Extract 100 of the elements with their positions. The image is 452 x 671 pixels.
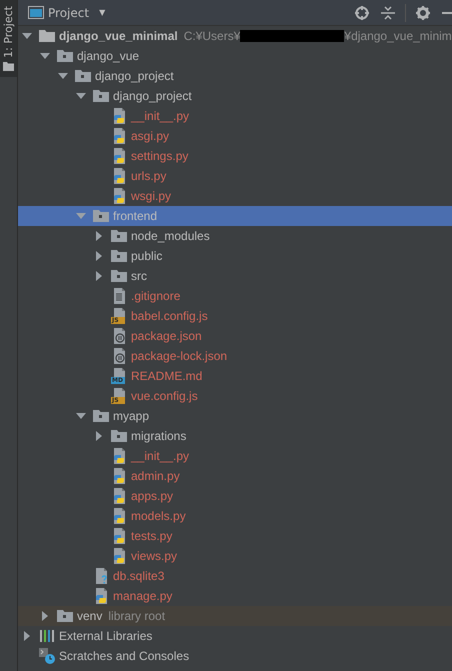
folder-icon bbox=[111, 268, 127, 284]
folder-icon bbox=[111, 428, 127, 444]
python-file-icon bbox=[111, 128, 127, 144]
python-file-icon bbox=[111, 548, 127, 564]
python-file-icon bbox=[111, 528, 127, 544]
tree-item-label: package.json bbox=[131, 329, 202, 343]
python-file-icon bbox=[111, 168, 127, 184]
tree-item-label: migrations bbox=[131, 429, 186, 443]
python-file-icon bbox=[111, 468, 127, 484]
tree-item-label: manage.py bbox=[113, 589, 172, 603]
tree-item-label: __init__.py bbox=[131, 109, 190, 123]
unknown-file-icon bbox=[93, 568, 109, 584]
tree-item-label: venv bbox=[77, 609, 102, 623]
tree-item-label: babel.config.js bbox=[131, 309, 208, 323]
python-file-icon bbox=[111, 508, 127, 524]
folder-icon bbox=[39, 28, 55, 44]
folder-icon bbox=[111, 228, 127, 244]
tree-item-label: views.py bbox=[131, 549, 178, 563]
text-file-icon bbox=[111, 288, 127, 304]
project-path: ¥django_vue_minim bbox=[344, 29, 452, 43]
tree-item-label: django_project bbox=[113, 89, 192, 103]
project-path: C:¥Users¥ bbox=[184, 29, 240, 43]
tree-row[interactable]: tests.py bbox=[18, 526, 452, 546]
tree-row[interactable]: django_project bbox=[18, 86, 452, 106]
settings-icon[interactable] bbox=[416, 6, 430, 20]
tree-row[interactable]: settings.py bbox=[18, 146, 452, 166]
tree-item-label: asgi.py bbox=[131, 129, 170, 143]
tree-row[interactable]: django_vue_minimal C:¥Users¥ ¥django_vue_minim bbox=[18, 26, 452, 46]
tree-item-label: vue.config.js bbox=[131, 389, 198, 403]
tree-row[interactable]: public bbox=[18, 246, 452, 266]
tree-item-label: tests.py bbox=[131, 529, 172, 543]
tree-row[interactable]: package.json bbox=[18, 326, 452, 346]
folder-icon bbox=[111, 248, 127, 264]
json-file-icon bbox=[111, 328, 127, 344]
folder-icon bbox=[93, 408, 109, 424]
tree-row[interactable]: .gitignore bbox=[18, 286, 452, 306]
tree-row[interactable]: wsgi.py bbox=[18, 186, 452, 206]
tree-item-label: django_vue bbox=[77, 49, 140, 63]
tree-item-label: admin.py bbox=[131, 469, 180, 483]
tree-item-label: README.md bbox=[131, 369, 202, 383]
tree-row[interactable]: __init__.py bbox=[18, 106, 452, 126]
folder-icon bbox=[93, 208, 109, 224]
folder-icon bbox=[57, 48, 73, 64]
markdown-file-icon bbox=[111, 368, 127, 384]
folder-icon bbox=[93, 88, 109, 104]
tree-item-label: django_vue_minimal bbox=[59, 29, 178, 43]
tree-row[interactable]: venv library root bbox=[18, 606, 452, 626]
tree-item-label: External Libraries bbox=[59, 629, 152, 643]
library-root-note: library root bbox=[108, 609, 166, 623]
tree-row[interactable]: manage.py bbox=[18, 586, 452, 606]
tree-row[interactable]: asgi.py bbox=[18, 126, 452, 146]
panel-title[interactable]: Project bbox=[48, 6, 90, 20]
tree-item-label: models.py bbox=[131, 509, 186, 523]
tree-row[interactable]: frontend bbox=[18, 206, 452, 226]
tree-row[interactable]: admin.py bbox=[18, 466, 452, 486]
tree-row[interactable]: __init__.py bbox=[18, 446, 452, 466]
tree-row[interactable]: package-lock.json bbox=[18, 346, 452, 366]
tree-item-label: __init__.py bbox=[131, 449, 190, 463]
folder-icon bbox=[3, 62, 14, 71]
json-file-icon bbox=[111, 348, 127, 364]
tree-item-label: settings.py bbox=[131, 149, 188, 163]
python-file-icon bbox=[111, 188, 127, 204]
python-file-icon bbox=[93, 588, 109, 604]
tree-row[interactable]: db.sqlite3 bbox=[18, 566, 452, 586]
tree-item-label: Scratches and Consoles bbox=[59, 649, 190, 663]
folder-icon bbox=[57, 608, 73, 624]
tree-row[interactable]: django_project bbox=[18, 66, 452, 86]
js-file-icon bbox=[111, 308, 127, 324]
tree-row[interactable]: django_vue bbox=[18, 46, 452, 66]
tree-item-label: db.sqlite3 bbox=[113, 569, 164, 583]
tree-row[interactable]: External Libraries bbox=[18, 626, 452, 646]
tree-row[interactable]: models.py bbox=[18, 506, 452, 526]
scratches-icon bbox=[39, 648, 55, 664]
project-tool-tab[interactable]: 1: Project bbox=[0, 0, 17, 77]
tree-item-label: frontend bbox=[113, 209, 158, 223]
tree-row[interactable]: views.py bbox=[18, 546, 452, 566]
tree-item-label: public bbox=[131, 249, 162, 263]
tree-item-label: wsgi.py bbox=[131, 189, 172, 203]
tree-row[interactable]: node_modules bbox=[18, 226, 452, 246]
library-icon bbox=[39, 628, 55, 644]
tree-row[interactable]: migrations bbox=[18, 426, 452, 446]
tree-row[interactable]: src bbox=[18, 266, 452, 286]
window-icon bbox=[28, 6, 44, 19]
js-file-icon bbox=[111, 388, 127, 404]
locate-icon[interactable] bbox=[355, 6, 369, 20]
collapse-all-icon[interactable] bbox=[381, 6, 395, 20]
folder-icon bbox=[75, 68, 91, 84]
python-file-icon bbox=[111, 448, 127, 464]
tree-item-label: src bbox=[131, 269, 147, 283]
tree-row[interactable]: urls.py bbox=[18, 166, 452, 186]
tree-row[interactable]: Scratches and Consoles bbox=[18, 646, 452, 666]
caret-icon[interactable]: ▼ bbox=[99, 8, 106, 17]
tree-item-label: django_project bbox=[95, 69, 174, 83]
python-file-icon bbox=[111, 148, 127, 164]
tree-item-label: node_modules bbox=[131, 229, 210, 243]
tree-row[interactable]: apps.py bbox=[18, 486, 452, 506]
python-file-icon bbox=[111, 488, 127, 504]
tree-row[interactable]: myapp bbox=[18, 406, 452, 426]
tree-item-label: package-lock.json bbox=[131, 349, 228, 363]
tree-item-label: urls.py bbox=[131, 169, 166, 183]
